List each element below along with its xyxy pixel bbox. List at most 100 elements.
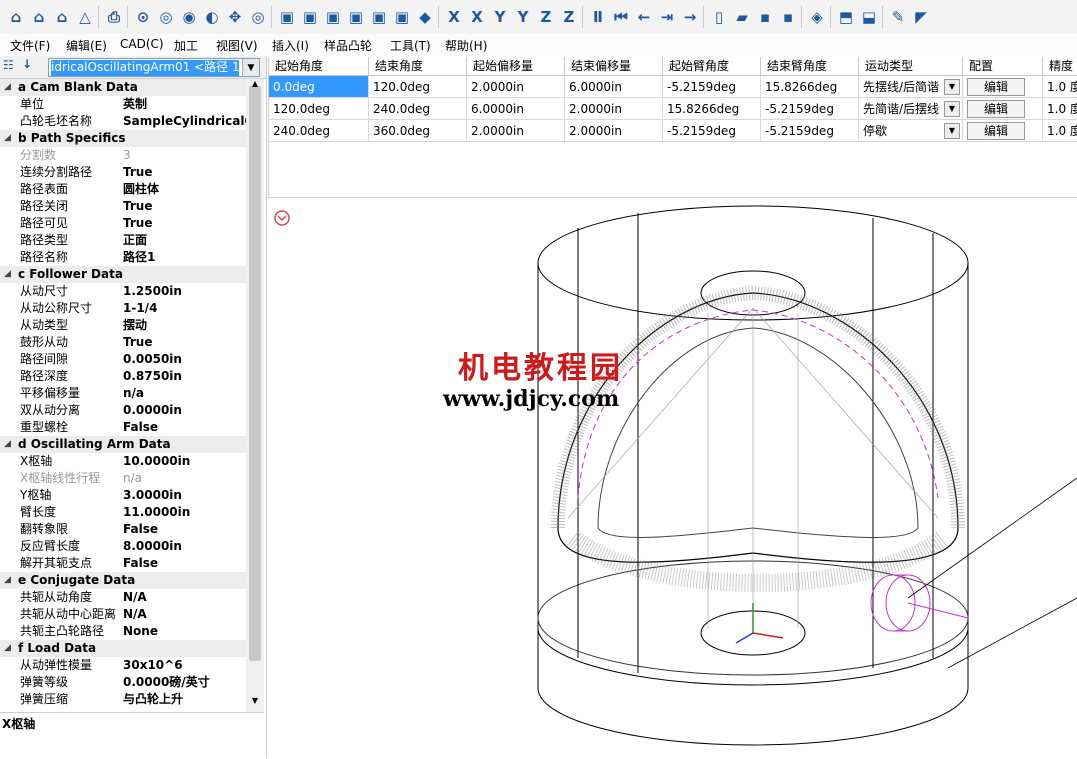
- property-row[interactable]: 双从动分离 0.0000in: [0, 402, 246, 419]
- property-row[interactable]: X枢轴 10.0000in: [0, 453, 246, 470]
- motion-type-dropdown-icon[interactable]: ▼: [944, 123, 960, 139]
- property-row[interactable]: 路径名称 路径1: [0, 249, 246, 266]
- cube-front-icon[interactable]: ▣: [275, 5, 299, 29]
- property-row[interactable]: 路径深度 0.8750in: [0, 368, 246, 385]
- property-category[interactable]: ◢ a Cam Blank Data: [0, 79, 246, 96]
- table-cell[interactable]: 停歇 ▼: [859, 120, 963, 142]
- property-category[interactable]: ◢ b Path Specifics: [0, 130, 246, 147]
- pan-icon[interactable]: ✥: [223, 5, 247, 29]
- property-value[interactable]: 0.0050in: [123, 351, 246, 368]
- property-value[interactable]: 圆柱体: [123, 181, 246, 198]
- table-cell[interactable]: -5.2159deg: [663, 120, 761, 142]
- property-row[interactable]: X枢轴线性行程 n/a: [0, 470, 246, 487]
- tool2-icon[interactable]: ⬓: [857, 5, 881, 29]
- menu-view[interactable]: 视图(V): [216, 37, 258, 54]
- play-icon[interactable]: ⇥: [655, 5, 679, 29]
- property-row[interactable]: 分割数 3: [0, 147, 246, 164]
- collapse-triangle-icon[interactable]: ◢: [4, 79, 11, 96]
- property-category[interactable]: ◢ c Follower Data: [0, 266, 246, 283]
- cube-bottom-icon[interactable]: ▣: [390, 5, 414, 29]
- property-category[interactable]: ◢ f Load Data: [0, 640, 246, 657]
- property-value[interactable]: 3.0000in: [123, 487, 246, 504]
- column-header[interactable]: 运动类型: [859, 57, 963, 76]
- edit-config-button[interactable]: 编辑: [967, 78, 1025, 96]
- pause-icon[interactable]: Ⅱ: [586, 5, 610, 29]
- center-icon[interactable]: ◎: [246, 5, 270, 29]
- column-header[interactable]: 结束角度: [369, 57, 467, 76]
- zoom-window-icon[interactable]: ◎: [154, 5, 178, 29]
- table-cell[interactable]: 编辑: [963, 76, 1043, 98]
- new-cam-icon[interactable]: ⌂: [4, 5, 28, 29]
- property-value[interactable]: SampleCylindricalOsc: [123, 113, 246, 130]
- property-value[interactable]: N/A: [123, 589, 246, 606]
- table-cell[interactable]: 2.0000in: [565, 120, 663, 142]
- column-header[interactable]: 起始角度: [269, 57, 369, 76]
- open-cam-icon[interactable]: ⌂: [50, 5, 74, 29]
- cube-iso-icon[interactable]: ◆: [413, 5, 437, 29]
- property-row[interactable]: 共轭主凸轮路径 None: [0, 623, 246, 640]
- chevron-down-icon[interactable]: ▼: [242, 59, 259, 76]
- column-header[interactable]: 精度: [1043, 57, 1077, 76]
- prev-icon[interactable]: ←: [632, 5, 656, 29]
- property-row[interactable]: 从动弹性模量 30x10^6: [0, 657, 246, 674]
- table-cell[interactable]: 6.0000in: [467, 98, 565, 120]
- column-header[interactable]: 起始偏移量: [467, 57, 565, 76]
- table-cell[interactable]: 1.0 度: [1043, 120, 1077, 142]
- scrollbar-thumb[interactable]: [249, 86, 261, 661]
- table-cell[interactable]: 15.8266deg: [663, 98, 761, 120]
- table-cell[interactable]: 2.0000in: [467, 120, 565, 142]
- property-row[interactable]: 翻转象限 False: [0, 521, 246, 538]
- property-category[interactable]: ◢ e Conjugate Data: [0, 572, 246, 589]
- property-value[interactable]: True: [123, 198, 246, 215]
- property-value[interactable]: 正面: [123, 232, 246, 249]
- motion-type-dropdown-icon[interactable]: ▼: [944, 101, 960, 117]
- property-value[interactable]: 与凸轮上升: [123, 691, 246, 708]
- table-cell[interactable]: 120.0deg: [369, 76, 467, 98]
- table-cell[interactable]: 240.0deg: [369, 98, 467, 120]
- table-cell[interactable]: 先摆线/后简谐 ▼: [859, 76, 963, 98]
- property-value[interactable]: False: [123, 521, 246, 538]
- cube-top-icon[interactable]: ▣: [367, 5, 391, 29]
- property-value[interactable]: 摆动: [123, 317, 246, 334]
- table-cell[interactable]: 编辑: [963, 120, 1043, 142]
- property-row[interactable]: 共轭从动中心距离 N/A: [0, 606, 246, 623]
- property-value[interactable]: 10.0000in: [123, 453, 246, 470]
- property-category[interactable]: ◢ d Oscillating Arm Data: [0, 436, 246, 453]
- zoom-in-icon[interactable]: ◉: [177, 5, 201, 29]
- property-value[interactable]: True: [123, 164, 246, 181]
- menu-cad[interactable]: CAD(C): [120, 37, 164, 51]
- save-all-icon[interactable]: ▪: [776, 5, 800, 29]
- property-row[interactable]: 弹簧等级 0.0000磅/英寸: [0, 674, 246, 691]
- z-axis-rev-icon[interactable]: Z: [557, 5, 581, 29]
- scroll-down-icon[interactable]: ▼: [246, 696, 264, 710]
- table-cell[interactable]: -5.2159deg: [663, 76, 761, 98]
- new-path-icon[interactable]: ⌂: [27, 5, 51, 29]
- property-row[interactable]: 路径类型 正面: [0, 232, 246, 249]
- property-row[interactable]: 臂长度 11.0000in: [0, 504, 246, 521]
- property-value[interactable]: 0.0000in: [123, 402, 246, 419]
- property-row[interactable]: 连续分割路径 True: [0, 164, 246, 181]
- property-value[interactable]: None: [123, 623, 246, 640]
- y-axis-rev-icon[interactable]: Y: [511, 5, 535, 29]
- first-icon[interactable]: ⏮: [609, 5, 633, 29]
- table-cell[interactable]: 6.0000in: [565, 76, 663, 98]
- collapse-triangle-icon[interactable]: ◢: [4, 640, 11, 657]
- print-icon[interactable]: ⎙: [102, 5, 126, 29]
- table-cell[interactable]: 2.0000in: [467, 76, 565, 98]
- property-row[interactable]: Y枢轴 3.0000in: [0, 487, 246, 504]
- property-row[interactable]: 反应臂长度 8.0000in: [0, 538, 246, 555]
- collapse-triangle-icon[interactable]: ◢: [4, 130, 11, 147]
- scroll-up-icon[interactable]: ▲: [246, 79, 264, 91]
- property-value[interactable]: False: [123, 555, 246, 572]
- menu-sample-cams[interactable]: 样品凸轮: [324, 37, 372, 54]
- alphabetical-sort-icon[interactable]: ↓: [22, 57, 40, 75]
- edit-config-button[interactable]: 编辑: [967, 122, 1025, 140]
- property-value[interactable]: 3: [123, 147, 246, 164]
- property-value[interactable]: n/a: [123, 385, 246, 402]
- property-row[interactable]: 单位 英制: [0, 96, 246, 113]
- property-value[interactable]: 8.0000in: [123, 538, 246, 555]
- cube-back-icon[interactable]: ▣: [298, 5, 322, 29]
- column-header[interactable]: 结束臂角度: [761, 57, 859, 76]
- property-row[interactable]: 从动类型 摆动: [0, 317, 246, 334]
- property-row[interactable]: 路径关闭 True: [0, 198, 246, 215]
